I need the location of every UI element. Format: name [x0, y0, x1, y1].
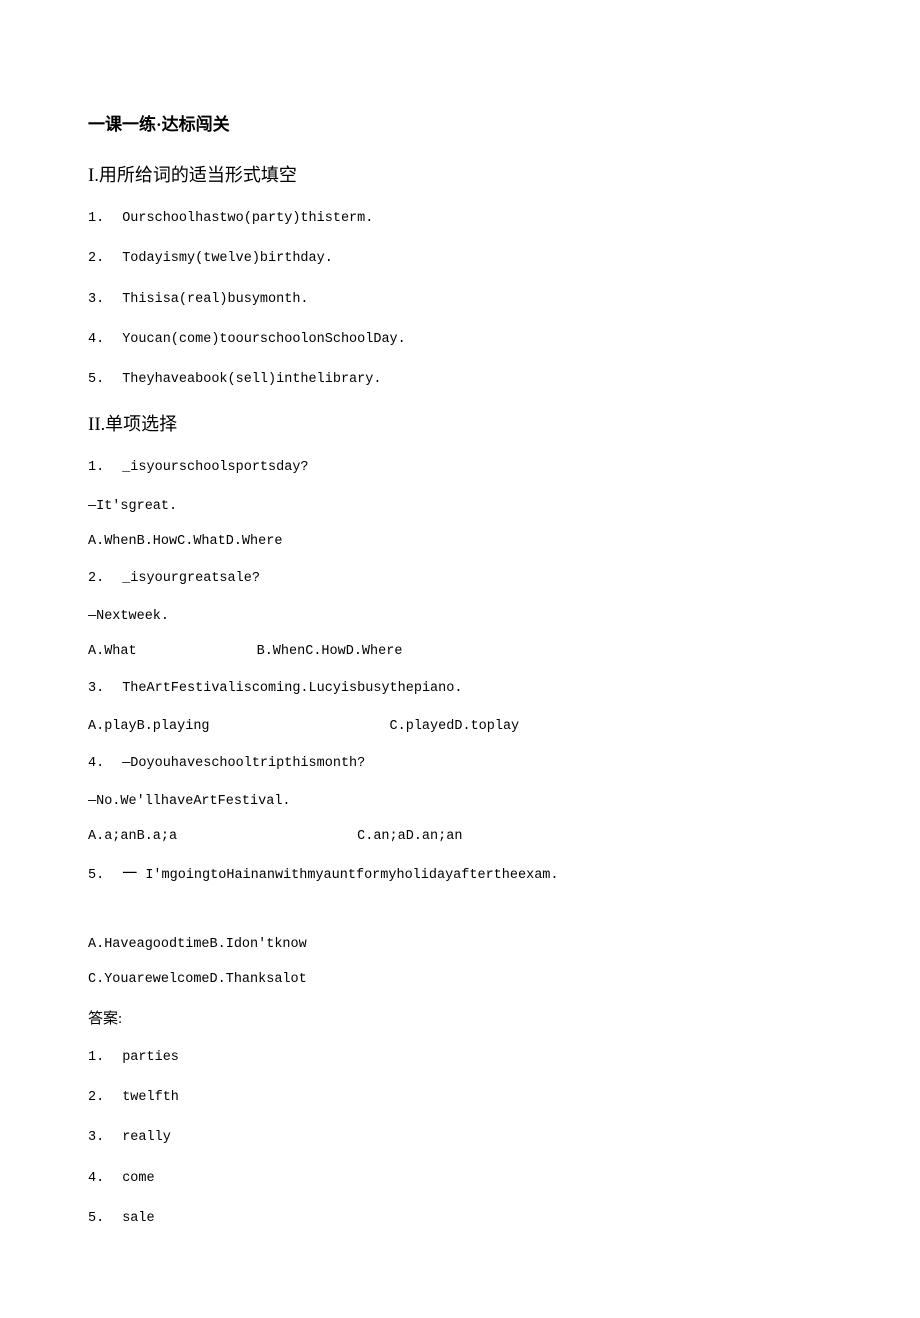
s2-q5-options1: A.HaveagoodtimeB.Idon'tknow: [88, 937, 832, 952]
answer-text: really: [122, 1130, 171, 1145]
s2-q-num: 2.: [88, 569, 104, 589]
s2-q1-options: A.WhenB.HowC.WhatD.Where: [88, 534, 832, 549]
s2-q-text: TheArtFestivaliscoming.Lucyisbusythepian…: [122, 681, 462, 696]
s2-q2-optA: A.What: [88, 644, 137, 659]
section1-heading-text: .用所给词的适当形式填空: [94, 165, 297, 185]
s1-item-num: 5.: [88, 370, 104, 390]
s2-q2-optB: B.WhenC.HowD.Where: [257, 644, 403, 659]
s2-q-num: 4.: [88, 754, 104, 774]
s2-q2: 2. _isyourgreatsale?: [88, 569, 832, 589]
section2-heading-text: .单项选择: [101, 414, 178, 434]
answer-num: 2.: [88, 1088, 104, 1108]
s2-q-text: I'mgoingtoHainanwithmyauntformyholidayaf…: [145, 868, 558, 883]
answer-num: 3.: [88, 1128, 104, 1148]
s2-q1-dialogue: —It'sgreat.: [88, 499, 832, 514]
answer-item: 1. parties: [88, 1048, 832, 1068]
answer-item: 4. come: [88, 1169, 832, 1189]
s1-item: 3. Thisisa(real)busymonth.: [88, 290, 832, 310]
section2-header: II.单项选择: [88, 410, 832, 436]
s2-q1: 1. _isyourschoolsportsday?: [88, 458, 832, 478]
s2-q-text: —Doyouhaveschooltripthismonth?: [122, 756, 365, 771]
s2-q4: 4. —Doyouhaveschooltripthismonth?: [88, 754, 832, 774]
s1-item-text: Thisisa(real)busymonth.: [122, 292, 308, 307]
s2-q4-optB: C.an;aD.an;an: [357, 829, 462, 844]
s1-item: 2. Todayismy(twelve)birthday.: [88, 249, 832, 269]
s1-item: 5. Theyhaveabook(sell)inthelibrary.: [88, 370, 832, 390]
s1-item-num: 4.: [88, 330, 104, 350]
s2-q2-options: A.What B.WhenC.HowD.Where: [88, 644, 832, 659]
s1-item-num: 3.: [88, 290, 104, 310]
s1-item-text: Theyhaveabook(sell)inthelibrary.: [122, 372, 381, 387]
section2-roman: II: [88, 414, 101, 435]
blank-gap: [88, 907, 832, 937]
s1-item-num: 2.: [88, 249, 104, 269]
answer-item: 5. sale: [88, 1209, 832, 1229]
s2-q5: 5. 一 I'mgoingtoHainanwithmyauntformyholid…: [88, 864, 832, 887]
s1-item-num: 1.: [88, 209, 104, 229]
answer-text: twelfth: [122, 1090, 179, 1105]
s2-q5-dash: 一: [122, 866, 137, 883]
answer-text: sale: [122, 1211, 154, 1226]
s1-item: 4. Youcan(come)toourschoolonSchoolDay.: [88, 330, 832, 350]
page-title: 一课一练·达标闯关: [88, 110, 832, 135]
s2-q-num: 1.: [88, 458, 104, 478]
s1-item-text: Ourschoolhastwo(party)thisterm.: [122, 211, 373, 226]
s2-q-text: _isyourschoolsportsday?: [122, 460, 308, 475]
answer-num: 4.: [88, 1169, 104, 1189]
s2-q2-dialogue: —Nextweek.: [88, 609, 832, 624]
s2-q4-dialogue: —No.We'llhaveArtFestival.: [88, 794, 832, 809]
answer-num: 1.: [88, 1048, 104, 1068]
section1-header: I.用所给词的适当形式填空: [88, 161, 832, 187]
s2-q4-optA: A.a;anB.a;a: [88, 829, 177, 844]
answer-num: 5.: [88, 1209, 104, 1229]
s1-item-text: Youcan(come)toourschoolonSchoolDay.: [122, 332, 406, 347]
s2-q5-options2: C.YouarewelcomeD.Thanksalot: [88, 972, 832, 987]
answer-text: come: [122, 1171, 154, 1186]
s2-q3-options: A.playB.playing C.playedD.toplay: [88, 719, 832, 734]
answer-item: 3. really: [88, 1128, 832, 1148]
s2-q-text: _isyourgreatsale?: [122, 571, 260, 586]
s2-q3: 3. TheArtFestivaliscoming.Lucyisbusythepi…: [88, 679, 832, 699]
document-page: 一课一练·达标闯关 I.用所给词的适当形式填空 1. Ourschoolhastw…: [0, 0, 920, 1309]
s2-q4-options: A.a;anB.a;a C.an;aD.an;an: [88, 829, 832, 844]
s1-item: 1. Ourschoolhastwo(party)thisterm.: [88, 209, 832, 229]
s2-q3-optA: A.playB.playing: [88, 719, 210, 734]
s2-q3-optB: C.playedD.toplay: [390, 719, 520, 734]
s1-item-text: Todayismy(twelve)birthday.: [122, 251, 333, 266]
answer-text: parties: [122, 1050, 179, 1065]
answer-item: 2. twelfth: [88, 1088, 832, 1108]
s2-q-num: 5.: [88, 866, 104, 886]
answers-label: 答案:: [88, 1007, 832, 1028]
s2-q-num: 3.: [88, 679, 104, 699]
